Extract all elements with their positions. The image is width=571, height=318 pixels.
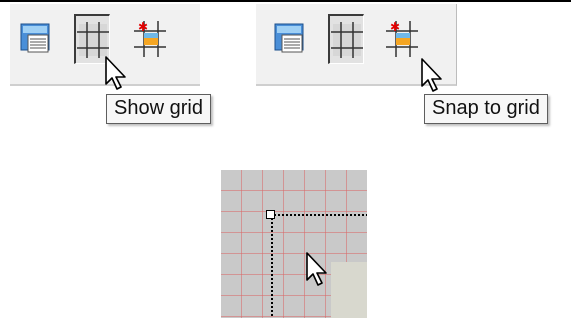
- selection-resize-handle[interactable]: [266, 210, 275, 219]
- show-grid-button[interactable]: [328, 14, 364, 64]
- tooltip-show-grid: Show grid: [106, 94, 211, 124]
- snap-to-grid-button[interactable]: ✱: [132, 14, 168, 64]
- canvas-control-fragment: [331, 262, 367, 318]
- grid-icon: [330, 21, 363, 58]
- dialog-properties-button[interactable]: [18, 14, 54, 64]
- arrow-cursor-icon: [105, 56, 126, 90]
- arrow-cursor-icon: [421, 58, 442, 92]
- tooltip-show-grid-text: Show grid: [114, 97, 203, 119]
- arrow-cursor-icon: [306, 252, 327, 286]
- selection-border-left: [271, 214, 273, 318]
- grid-canvas[interactable]: [221, 170, 367, 318]
- svg-text:✱: ✱: [390, 21, 400, 34]
- selection-border-top: [271, 214, 367, 216]
- svg-text:✱: ✱: [138, 21, 148, 34]
- snap-to-grid-icon: ✱: [134, 21, 166, 57]
- grid-icon: [76, 21, 109, 58]
- tooltip-snap-to-grid-text: Snap to grid: [432, 97, 540, 119]
- dialog-properties-icon: [20, 23, 50, 53]
- snap-to-grid-icon: ✱: [386, 21, 418, 57]
- dialog-properties-button[interactable]: [272, 14, 308, 64]
- tooltip-snap-to-grid: Snap to grid: [424, 94, 548, 124]
- dialog-properties-icon: [274, 23, 304, 53]
- top-divider: [0, 0, 571, 2]
- snap-to-grid-button[interactable]: ✱: [384, 14, 420, 64]
